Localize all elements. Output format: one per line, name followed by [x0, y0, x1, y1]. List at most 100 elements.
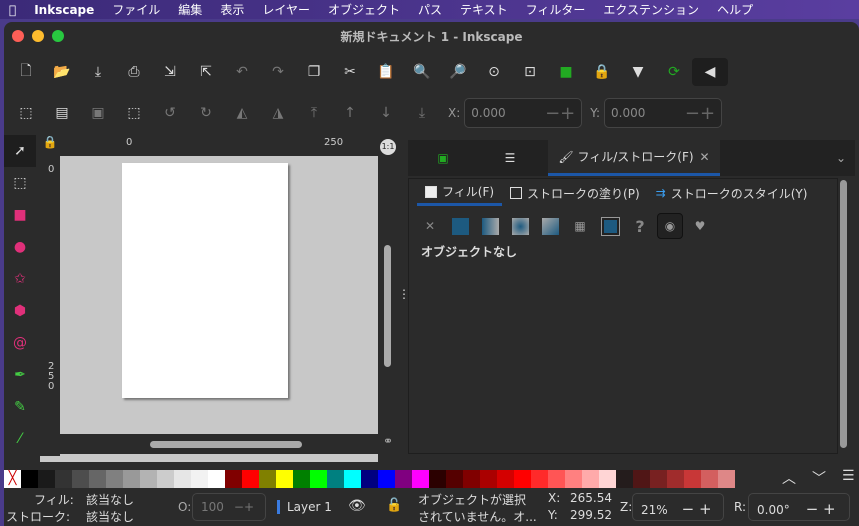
tabs-dropdown-icon[interactable]: ⌄: [826, 140, 856, 176]
menu-layer[interactable]: レイヤー: [253, 1, 319, 18]
redo-icon[interactable]: ↷: [260, 58, 296, 86]
zoom-input[interactable]: 21% − +: [632, 493, 724, 521]
flat-color-icon[interactable]: [447, 213, 473, 239]
group-icon[interactable]: ■: [548, 58, 584, 86]
unset-paint-icon[interactable]: ?: [627, 213, 653, 239]
palette-swatch[interactable]: [140, 470, 157, 488]
palette-swatch[interactable]: [89, 470, 106, 488]
flip-horizontal-icon[interactable]: ◭: [224, 99, 260, 127]
palette-swatch[interactable]: [21, 470, 38, 488]
palette-swatch[interactable]: [174, 470, 191, 488]
palette-swatch[interactable]: [531, 470, 548, 488]
swatch-icon[interactable]: [597, 213, 623, 239]
palette-swatch[interactable]: [616, 470, 633, 488]
tab-fill-stroke[interactable]: 🖌 フィル/ストローク(F) ✕: [548, 140, 720, 176]
vertical-scroll-thumb[interactable]: [384, 245, 391, 367]
palette-swatch[interactable]: [293, 470, 310, 488]
rotate-input[interactable]: 0.00° − +: [748, 493, 850, 521]
selector-tool-icon[interactable]: ➚: [4, 135, 36, 167]
palette-swatch[interactable]: [106, 470, 123, 488]
vertical-ruler[interactable]: 0 2 5 0: [40, 156, 60, 456]
y-input[interactable]: 0.000 −+: [604, 98, 723, 128]
palette-up-icon[interactable]: ︿: [782, 468, 796, 488]
palette-swatch[interactable]: [361, 470, 378, 488]
palette-swatch[interactable]: [599, 470, 616, 488]
subtab-fill[interactable]: フィル(F): [417, 180, 503, 206]
deselect-icon[interactable]: ▣: [80, 99, 116, 127]
opacity-stepper[interactable]: −+: [234, 500, 254, 514]
cut-icon[interactable]: ✂: [332, 58, 368, 86]
palette-swatch[interactable]: [684, 470, 701, 488]
rotate-stepper[interactable]: − +: [806, 500, 836, 518]
palette-swatch[interactable]: [480, 470, 497, 488]
pencil-tool-icon[interactable]: ✎: [4, 391, 36, 423]
palette-swatch[interactable]: [242, 470, 259, 488]
palette-swatch[interactable]: [344, 470, 361, 488]
palette-swatch[interactable]: [157, 470, 174, 488]
import-icon[interactable]: ⇲: [152, 58, 188, 86]
zoom-stepper[interactable]: − +: [682, 500, 712, 518]
panel-scrollbar[interactable]: [840, 180, 848, 452]
palette-swatch[interactable]: [497, 470, 514, 488]
color-manage-icon[interactable]: ⚭: [378, 434, 398, 454]
palette-swatch[interactable]: [191, 470, 208, 488]
layer-lock-icon[interactable]: 🔓: [386, 498, 402, 513]
touch-select-icon[interactable]: ⬚: [116, 99, 152, 127]
collapse-panel-button[interactable]: ◀: [692, 58, 728, 86]
fill-rule-nonzero-icon[interactable]: ♥: [687, 213, 713, 239]
tab-export-icon[interactable]: ▣: [408, 140, 478, 176]
no-paint-icon[interactable]: ✕: [417, 213, 443, 239]
palette-swatch[interactable]: [72, 470, 89, 488]
palette-swatch[interactable]: [276, 470, 293, 488]
flip-vertical-icon[interactable]: ◮: [260, 99, 296, 127]
pattern-icon[interactable]: ▦: [567, 213, 593, 239]
fill-value[interactable]: 該当なし: [86, 491, 134, 508]
palette-swatch[interactable]: [310, 470, 327, 488]
zoom-drawing-icon[interactable]: 🔎: [440, 58, 476, 86]
dropdown-chevron-icon[interactable]: ▼: [620, 58, 656, 86]
save-icon[interactable]: ⤓: [80, 58, 116, 86]
menu-view[interactable]: 表示: [211, 1, 253, 18]
menu-object[interactable]: オブジェクト: [319, 1, 409, 18]
palette-swatch[interactable]: [667, 470, 684, 488]
apple-icon[interactable]: : [0, 3, 25, 17]
3d-box-tool-icon[interactable]: ⬢: [4, 295, 36, 327]
ellipse-tool-icon[interactable]: ●: [4, 231, 36, 263]
palette-swatch[interactable]: [259, 470, 276, 488]
star-tool-icon[interactable]: ✩: [4, 263, 36, 295]
paste-icon[interactable]: 📋: [368, 58, 404, 86]
menu-app[interactable]: Inkscape: [25, 3, 103, 17]
lower-icon[interactable]: ↓: [368, 99, 404, 127]
vertical-scrollbar[interactable]: 1:1: [378, 135, 398, 462]
x-input[interactable]: 0.000 −+: [464, 98, 583, 128]
node-tool-icon[interactable]: ⬚: [4, 167, 36, 199]
tab-align-icon[interactable]: ☰: [478, 140, 542, 176]
palette-swatch[interactable]: [633, 470, 650, 488]
palette-swatch[interactable]: [650, 470, 667, 488]
spiral-tool-icon[interactable]: @: [4, 327, 36, 359]
copy-icon[interactable]: ❐: [296, 58, 332, 86]
palette-swatch[interactable]: [565, 470, 582, 488]
undo-icon[interactable]: ↶: [224, 58, 260, 86]
rectangle-tool-icon[interactable]: ■: [4, 199, 36, 231]
palette-swatch[interactable]: [514, 470, 531, 488]
lock-guides-icon[interactable]: 🔒: [40, 135, 60, 156]
palette-swatch[interactable]: [327, 470, 344, 488]
zoom-window-button[interactable]: [52, 30, 64, 42]
pen-tool-icon[interactable]: ✒: [4, 359, 36, 391]
print-icon[interactable]: ⎙: [116, 58, 152, 86]
menu-path[interactable]: パス: [409, 1, 451, 18]
menu-file[interactable]: ファイル: [103, 1, 169, 18]
opacity-input[interactable]: 100 −+: [192, 493, 266, 521]
lock-object-icon[interactable]: 🔒: [584, 58, 620, 86]
palette-swatch[interactable]: [208, 470, 225, 488]
linear-gradient-icon[interactable]: [477, 213, 503, 239]
palette-swatch[interactable]: [395, 470, 412, 488]
subtab-stroke-style[interactable]: ⇉ ストロークのスタイル(Y): [648, 180, 816, 206]
palette-swatch[interactable]: [718, 470, 735, 488]
current-layer[interactable]: Layer 1: [287, 500, 332, 514]
palette-swatch[interactable]: [412, 470, 429, 488]
zoom-page-icon[interactable]: ⊙: [476, 58, 512, 86]
close-tab-icon[interactable]: ✕: [700, 150, 710, 164]
raise-icon[interactable]: ↑: [332, 99, 368, 127]
